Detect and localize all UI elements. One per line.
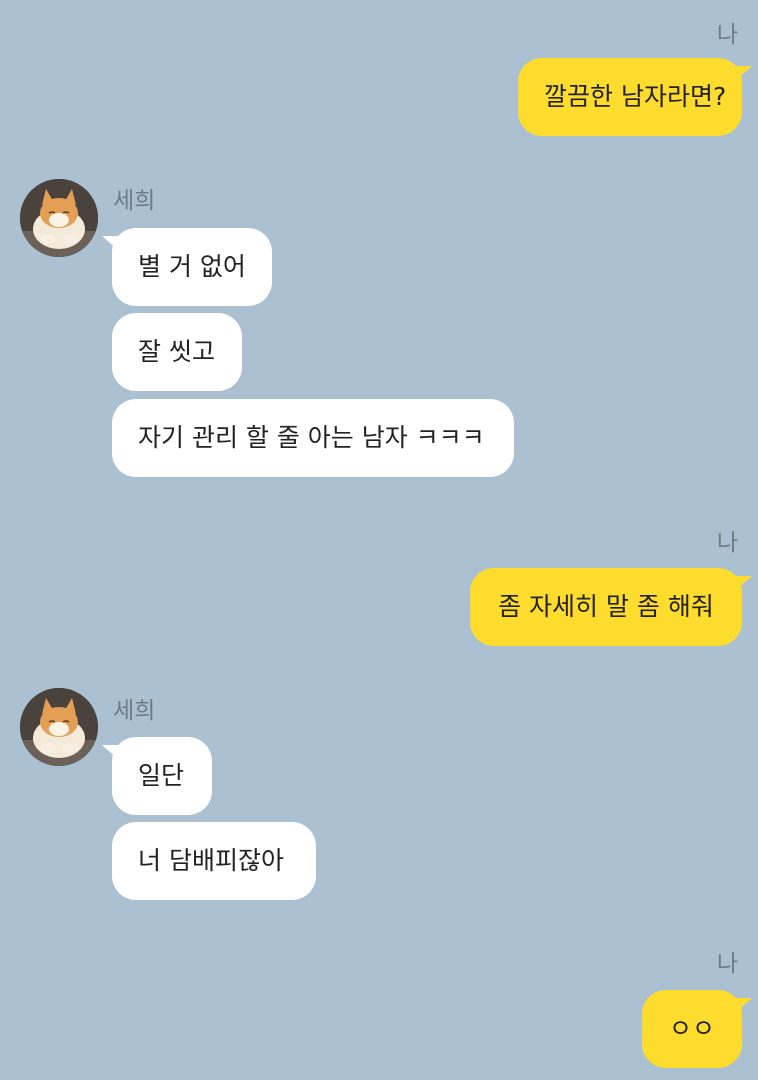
sender-name-me: 나 [716,951,738,977]
sender-name-me: 나 [716,530,738,556]
profile-avatar[interactable] [20,688,98,766]
message-bubble-theirs[interactable]: 잘 씻고 [112,313,242,391]
message-bubble-theirs[interactable]: 일단 [102,737,212,815]
chat-room: 나 깔끔한 남자라면? 세희 별 거 없어 잘 씻고 자기 관리 할 줄 아는 … [0,0,758,1080]
message-bubble-mine[interactable]: ㅇㅇ [642,990,752,1068]
profile-avatar[interactable] [20,179,98,257]
cat-avatar-icon [20,179,98,257]
sender-name-other: 세희 [113,188,156,214]
sender-name-me: 나 [716,22,738,48]
sender-name-other: 세희 [113,698,156,724]
message-bubble-theirs[interactable]: 너 담배피잖아 [112,822,316,900]
cat-avatar-icon [20,688,98,766]
message-bubble-mine[interactable]: 좀 자세히 말 좀 해줘 [470,568,752,646]
message-bubble-theirs[interactable]: 자기 관리 할 줄 아는 남자 ㅋㅋㅋ [112,399,514,477]
message-bubble-theirs[interactable]: 별 거 없어 [102,228,272,306]
message-bubble-mine[interactable]: 깔끔한 남자라면? [518,58,752,136]
